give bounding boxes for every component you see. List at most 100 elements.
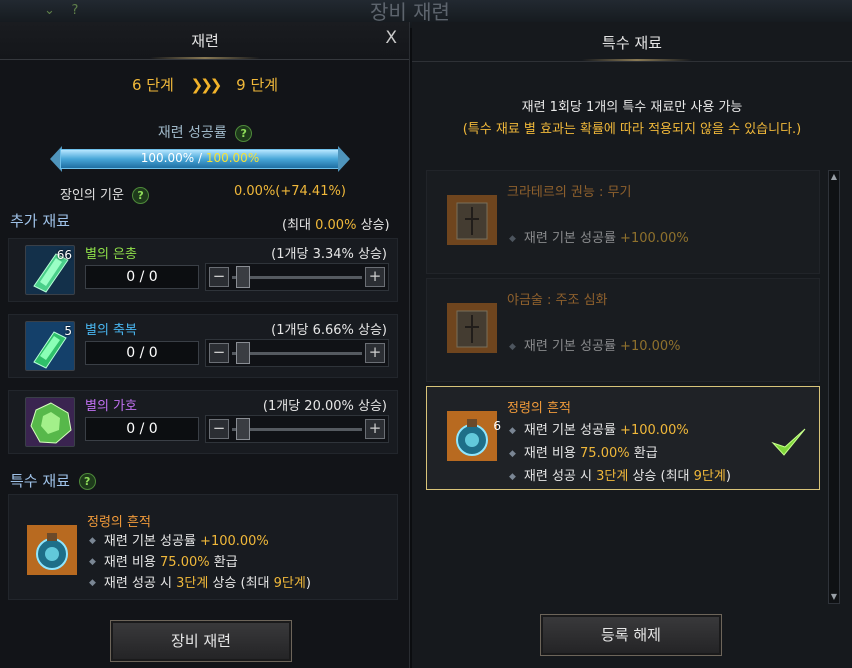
scrollbar[interactable]: ▲ ▼ — [828, 170, 840, 604]
checkmark-icon — [769, 423, 809, 463]
rate-separator: / — [194, 151, 206, 165]
blue-crystal-icon[interactable]: 5 — [25, 321, 75, 371]
success-rate-bar: 100.00% / 100.00% — [50, 146, 350, 172]
effect-text: 상승 (최대 — [208, 576, 274, 591]
material-bonus: (1개당 20.00% 상승) — [262, 399, 387, 414]
effect-value: 9단계 — [693, 469, 726, 484]
quantity-slider[interactable]: − + — [205, 263, 389, 291]
stage-from: 6 단계 — [131, 76, 174, 94]
quantity-field[interactable]: 0 / 0 — [85, 417, 199, 441]
bullet-icon: ◆ — [509, 471, 516, 482]
book-icon — [447, 195, 497, 245]
material-bonus: (1개당 6.66% 상승) — [271, 323, 387, 338]
special-material-title-text: 특수 재료 — [10, 472, 70, 490]
refine-panel-header: 재련 X — [0, 22, 409, 60]
quantity-slider[interactable]: − + — [205, 339, 389, 367]
effect-text: ) — [305, 576, 311, 591]
help-icon[interactable]: ? — [132, 187, 150, 204]
special-material-card[interactable]: 야금술 : 주조 심화 ◆ 재련 기본 성공률 +10.00% — [426, 278, 820, 382]
effect-text: 재련 기본 성공률 — [523, 339, 621, 354]
minus-button[interactable]: − — [209, 343, 229, 363]
spirit-potion-icon — [27, 525, 77, 575]
special-materials-panel: 특수 재료 재련 1회당 1개의 특수 재료만 사용 가능 (특수 재료 별 효… — [412, 22, 852, 668]
bullet-icon: ◆ — [509, 341, 516, 352]
effect-line: ◆ 재련 성공 시 3단계 상승 (최대 9단계) — [89, 573, 311, 594]
extra-max-prefix: (최대 — [282, 218, 316, 233]
green-crystal-icon[interactable]: 66 — [25, 245, 75, 295]
material-name: 별의 축복 — [85, 323, 137, 338]
effect-text: 재련 비용 — [523, 446, 581, 461]
spirit-potion-icon: 6 — [447, 411, 501, 461]
extra-max-info: (최대 0.00% 상승) — [282, 214, 390, 233]
artisan-energy-label: 장인의 기운 ? — [60, 184, 150, 204]
effect-line: ◆ 재련 비용 75.00% 환급 — [89, 552, 311, 573]
effect-value: 75.00% — [580, 446, 630, 461]
refine-equipment-button[interactable]: 장비 재련 — [110, 620, 292, 662]
stage-indicator: 6 단계 ❯❯❯ 9 단계 — [0, 74, 410, 95]
quantity-field[interactable]: 0 / 0 — [85, 265, 199, 289]
plus-button[interactable]: + — [365, 343, 385, 363]
help-icon[interactable]: ? — [235, 124, 253, 142]
slider-track — [232, 352, 362, 355]
slider-thumb[interactable] — [236, 342, 250, 364]
bullet-icon: ◆ — [89, 578, 96, 588]
refine-panel-title: 재련 — [191, 32, 219, 50]
effect-line: ◆ 재련 기본 성공률 +100.00% — [509, 227, 689, 246]
artisan-energy-text: 장인의 기운 — [60, 188, 124, 203]
rate-current: 100.00% — [140, 151, 195, 165]
scroll-down-icon[interactable]: ▼ — [829, 591, 839, 603]
extra-max-suffix: 상승) — [356, 218, 390, 233]
special-material-card[interactable]: 크라테르의 권능 : 무기 ◆ 재련 기본 성공률 +100.00% — [426, 170, 820, 274]
slider-track — [232, 276, 362, 279]
effect-text: 상승 (최대 — [628, 469, 694, 484]
special-panel-header: 특수 재료 — [412, 22, 852, 62]
effect-value: +100.00% — [200, 534, 269, 549]
effect-text: 재련 기본 성공률 — [103, 534, 201, 549]
unregister-button[interactable]: 등록 해제 — [540, 614, 722, 656]
artisan-energy-row: 장인의 기운 ? 0.00%(+74.41%) — [0, 182, 410, 204]
card-name: 정령의 흔적 — [507, 401, 571, 416]
probability-notice: (특수 재료 별 효과는 확률에 따라 적용되지 않을 수 있습니다.) — [462, 122, 802, 137]
bullet-icon: ◆ — [509, 425, 516, 436]
slider-thumb[interactable] — [236, 418, 250, 440]
material-bonus: (1개당 3.34% 상승) — [271, 247, 387, 262]
item-count: 6 — [493, 419, 501, 433]
card-name: 야금술 : 주조 심화 — [507, 293, 608, 308]
green-gem-icon[interactable] — [25, 397, 75, 447]
effect-text: 재련 비용 — [103, 555, 161, 570]
effect-line: ◆ 재련 성공 시 3단계 상승 (최대 9단계) — [509, 465, 731, 484]
quantity-field[interactable]: 0 / 0 — [85, 341, 199, 365]
special-material-name: 정령의 흔적 — [87, 515, 151, 530]
quantity-slider[interactable]: − + — [205, 415, 389, 443]
effect-text: 재련 기본 성공률 — [523, 231, 621, 246]
close-icon[interactable]: X — [385, 28, 397, 48]
effect-value: +10.00% — [620, 339, 681, 354]
bullet-icon: ◆ — [509, 448, 516, 459]
help-icon[interactable]: ? — [71, 3, 78, 18]
special-panel-title: 특수 재료 — [602, 34, 662, 52]
minus-button[interactable]: − — [209, 419, 229, 439]
material-name: 별의 가호 — [85, 399, 137, 414]
minus-button[interactable]: − — [209, 267, 229, 287]
chevron-down-icon[interactable]: ⌄ — [44, 3, 55, 18]
success-rate-text: 재련 성공률 — [157, 125, 227, 141]
material-name: 별의 은총 — [85, 247, 137, 262]
refine-panel: 재련 X 6 단계 ❯❯❯ 9 단계 재련 성공률 ? 100.00% / 10… — [0, 22, 410, 668]
card-name: 크라테르의 권능 : 무기 — [507, 185, 632, 200]
selected-special-material: 정령의 흔적 ◆ 재련 기본 성공률 +100.00% ◆ 재련 비용 75.00%… — [8, 494, 398, 600]
slider-track — [232, 428, 362, 431]
effect-text: 환급 — [209, 555, 238, 570]
effect-value: 9단계 — [273, 576, 306, 591]
effect-value: +100.00% — [620, 231, 689, 246]
effect-text: 재련 성공 시 — [523, 469, 597, 484]
effect-line: ◆ 재련 비용 75.00% 환급 — [509, 442, 658, 461]
plus-button[interactable]: + — [365, 267, 385, 287]
help-icon[interactable]: ? — [78, 473, 96, 490]
special-material-card-selected[interactable]: 6 정령의 흔적 ◆ 재련 기본 성공률 +100.00% ◆ 재련 비용 75.0… — [426, 386, 820, 490]
artisan-energy-value: 0.00%(+74.41%) — [234, 184, 346, 199]
plus-button[interactable]: + — [365, 419, 385, 439]
extra-materials-title: 추가 재료 — [10, 212, 70, 230]
scroll-up-icon[interactable]: ▲ — [829, 171, 839, 183]
bullet-icon: ◆ — [89, 557, 96, 567]
slider-thumb[interactable] — [236, 266, 250, 288]
